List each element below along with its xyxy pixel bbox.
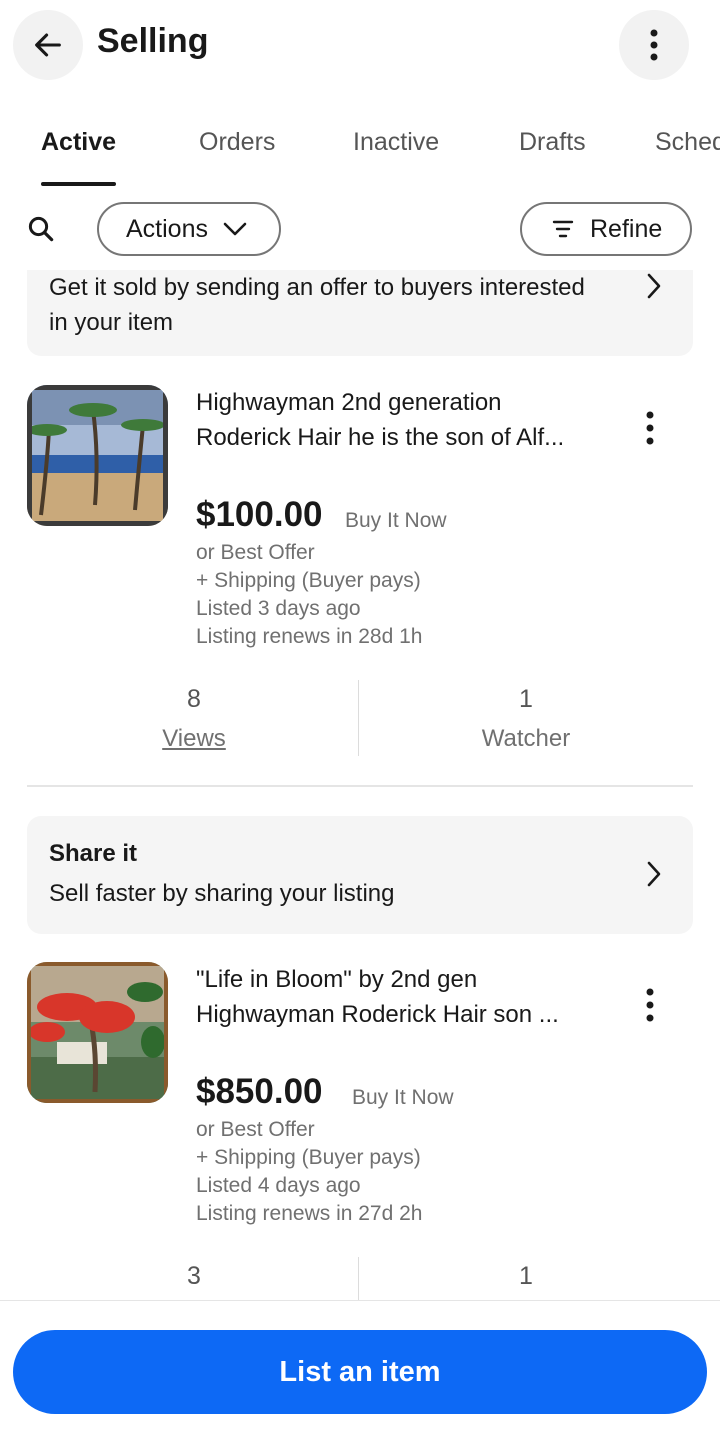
tab-inactive[interactable]: Inactive — [353, 128, 439, 157]
search-icon[interactable] — [26, 214, 56, 244]
listed-time: Listed 3 days ago — [196, 597, 361, 620]
chevron-right-icon — [647, 861, 661, 887]
app-header: Selling — [0, 0, 720, 96]
more-vertical-icon[interactable] — [636, 409, 664, 449]
listing-format: Buy It Now — [352, 1086, 454, 1109]
listing-price: $100.00 — [196, 495, 323, 534]
listing-thumbnail[interactable] — [27, 962, 168, 1103]
filter-icon — [552, 220, 574, 238]
listing-title[interactable]: "Life in Bloom" by 2nd gen Highwayman Ro… — [196, 962, 596, 1032]
listing-price: $850.00 — [196, 1072, 323, 1111]
share-heading: Share it — [49, 840, 138, 867]
refine-button[interactable]: Refine — [520, 202, 692, 256]
listing-divider — [27, 785, 693, 787]
tab-active[interactable]: Active — [41, 128, 116, 157]
refine-label: Refine — [590, 214, 663, 243]
send-offer-banner[interactable]: Get it sold by sending an offer to buyer… — [27, 270, 693, 356]
active-tab-indicator — [41, 182, 116, 186]
shipping-text: + Shipping (Buyer pays) — [196, 569, 421, 592]
share-text: Sell faster by sharing your listing — [49, 880, 395, 907]
tab-scheduled[interactable]: Scheduled — [655, 128, 720, 157]
chevron-down-icon — [223, 222, 247, 236]
actions-dropdown[interactable]: Actions — [97, 202, 281, 256]
stats-divider — [358, 680, 359, 756]
listing-title[interactable]: Highwayman 2nd generation Roderick Hair … — [196, 385, 596, 455]
share-banner[interactable]: Share it Sell faster by sharing your lis… — [27, 816, 693, 934]
watchers-count: 1 — [519, 685, 533, 713]
more-vertical-icon — [650, 29, 658, 61]
more-vertical-icon[interactable] — [636, 986, 664, 1026]
tab-drafts[interactable]: Drafts — [519, 128, 586, 157]
listing-thumbnail[interactable] — [27, 385, 168, 526]
watchers-label: Watcher — [481, 725, 571, 752]
more-options-button[interactable] — [619, 10, 689, 80]
tab-orders[interactable]: Orders — [199, 128, 275, 157]
back-button[interactable] — [13, 10, 83, 80]
shipping-text: + Shipping (Buyer pays) — [196, 1146, 421, 1169]
arrow-left-icon — [35, 33, 61, 57]
listing-format: Buy It Now — [345, 509, 447, 532]
list-item-button[interactable]: List an item — [13, 1330, 707, 1414]
renewal-time: Listing renews in 27d 2h — [196, 1202, 423, 1225]
best-offer-text: or Best Offer — [196, 1118, 315, 1141]
send-offer-text: Get it sold by sending an offer to buyer… — [49, 274, 585, 336]
actions-label: Actions — [126, 214, 208, 243]
views-count: 3 — [187, 1262, 201, 1290]
best-offer-text: or Best Offer — [196, 541, 315, 564]
views-count: 8 — [187, 685, 201, 713]
chevron-right-icon — [647, 273, 661, 299]
tab-bar: Active Orders Inactive Drafts Scheduled — [0, 108, 720, 188]
listed-time: Listed 4 days ago — [196, 1174, 361, 1197]
renewal-time: Listing renews in 28d 1h — [196, 625, 423, 648]
bottom-action-bar: List an item — [0, 1300, 720, 1445]
views-link[interactable]: Views — [94, 725, 294, 753]
listing-toolbar: Actions Refine — [0, 198, 720, 262]
watchers-count: 1 — [519, 1262, 533, 1290]
page-title: Selling — [97, 22, 209, 60]
